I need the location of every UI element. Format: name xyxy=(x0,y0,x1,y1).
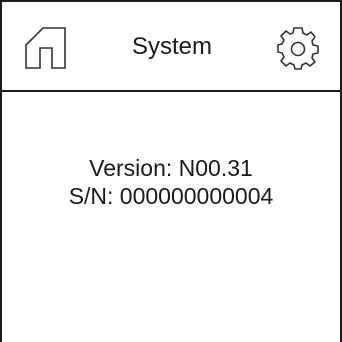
serial-number-text: S/N: 000000000004 xyxy=(68,183,274,209)
system-screen: System Version: N00.31 S/N: 000000000004 xyxy=(0,0,342,342)
version-text: Version: N00.31 xyxy=(89,155,253,181)
home-icon xyxy=(25,27,66,69)
page-title: System xyxy=(131,33,212,60)
header-bar: System xyxy=(2,2,340,92)
settings-button[interactable] xyxy=(274,24,322,72)
gear-icon xyxy=(277,27,319,70)
home-button[interactable] xyxy=(20,22,70,72)
device-info: Version: N00.31 S/N: 000000000004 xyxy=(2,154,340,210)
